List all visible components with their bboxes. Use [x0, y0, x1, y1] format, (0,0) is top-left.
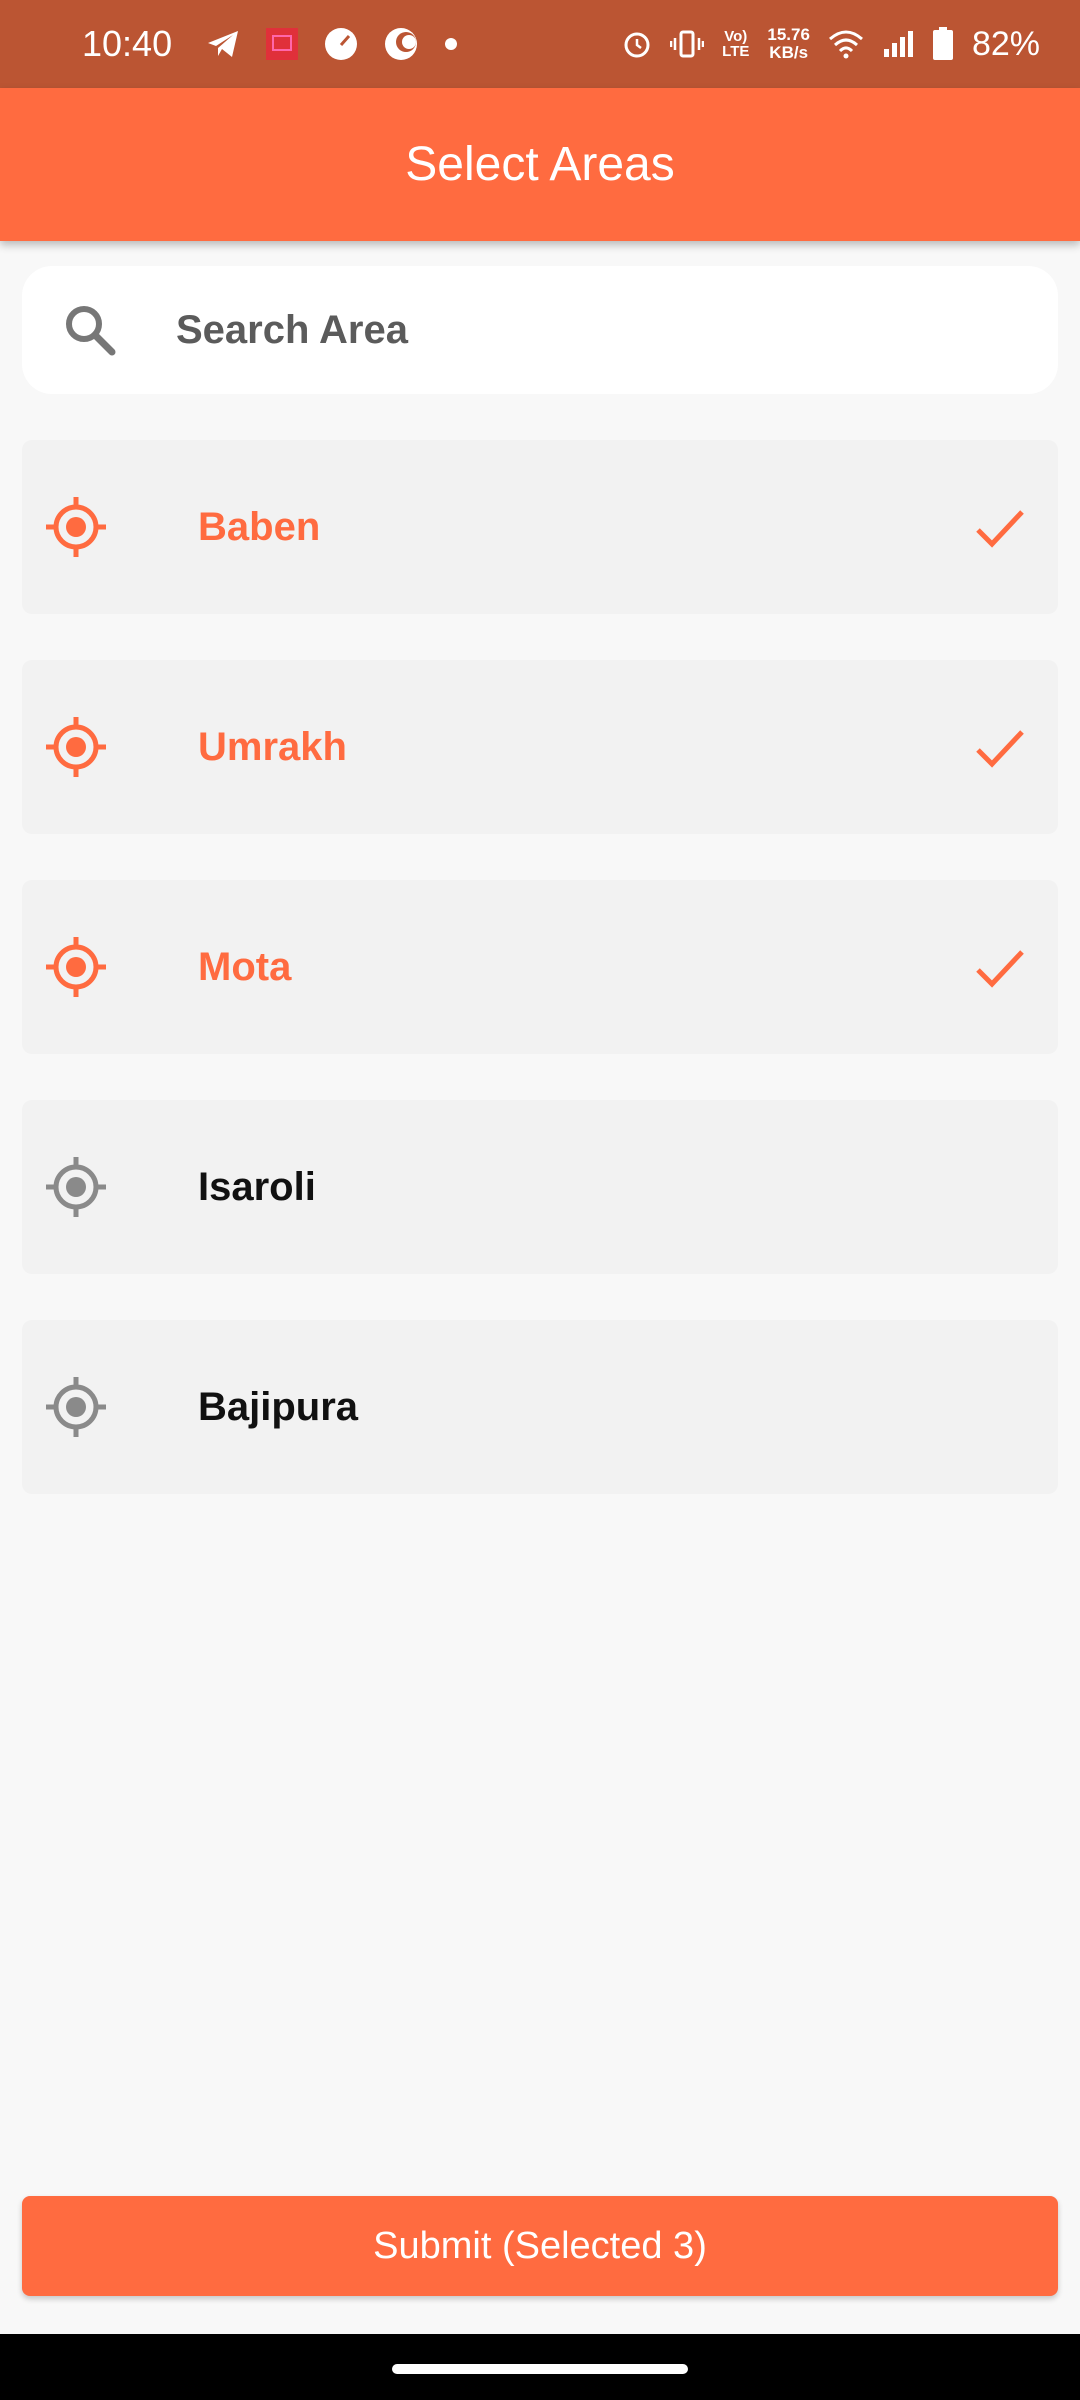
page-title: Select Areas — [405, 138, 675, 191]
volte-bottom-label: LTE — [722, 43, 750, 60]
signal-icon — [882, 29, 914, 59]
telegram-icon — [206, 29, 240, 59]
area-name: Mota — [198, 944, 292, 989]
app-bar: Select Areas — [0, 88, 1080, 241]
location-target-icon — [44, 935, 108, 999]
status-bar-right: Vo) LTE 15.76 KB/s 82% — [622, 25, 1040, 64]
submit-button-label: Submit (Selected 3) — [373, 2224, 707, 2267]
area-list-item[interactable]: Baben — [22, 440, 1058, 614]
volte-top-label: Vo) — [724, 28, 748, 45]
area-list-item[interactable]: Isaroli — [22, 1100, 1058, 1274]
battery-icon — [932, 27, 954, 61]
location-target-icon — [44, 715, 108, 779]
check-icon — [972, 720, 1028, 776]
location-target-icon — [44, 1155, 108, 1219]
home-gesture-handle[interactable] — [392, 2364, 688, 2374]
status-bar: 10:40 Vo) LTE 15.76 KB/s 82% — [0, 0, 1080, 88]
area-name: Umrakh — [198, 724, 347, 769]
area-list-item[interactable]: Mota — [22, 880, 1058, 1054]
app-notification-icon — [266, 28, 299, 60]
area-list-item[interactable]: Bajipura — [22, 1320, 1058, 1494]
moon-icon — [384, 27, 418, 61]
volte-indicator: Vo) LTE — [722, 29, 749, 59]
location-target-icon — [44, 495, 108, 559]
area-name: Bajipura — [198, 1384, 359, 1429]
network-speed-unit: KB/s — [769, 43, 809, 62]
alarm-icon — [622, 29, 652, 59]
submit-button[interactable]: Submit (Selected 3) — [22, 2196, 1058, 2296]
check-icon — [972, 940, 1028, 996]
battery-percent: 82% — [971, 24, 1040, 63]
area-list: Baben Umrakh Mota Isaroli Bajipura — [22, 440, 1058, 1540]
area-name: Isaroli — [198, 1164, 316, 1209]
area-list-item[interactable]: Umrakh — [22, 660, 1058, 834]
status-time: 10:40 — [82, 23, 173, 64]
search-box[interactable] — [22, 266, 1058, 394]
check-icon — [972, 500, 1028, 556]
search-input[interactable] — [174, 306, 998, 354]
area-name: Baben — [198, 504, 321, 549]
search-icon — [60, 300, 120, 360]
network-speed-value: 15.76 — [767, 25, 810, 44]
network-speed: 15.76 KB/s — [767, 26, 810, 62]
location-target-icon — [44, 1375, 108, 1439]
speedometer-icon — [324, 27, 358, 61]
status-bar-left: 10:40 — [82, 23, 458, 65]
wifi-icon — [828, 29, 864, 59]
dot-icon — [444, 37, 458, 51]
vibrate-icon — [670, 29, 705, 59]
